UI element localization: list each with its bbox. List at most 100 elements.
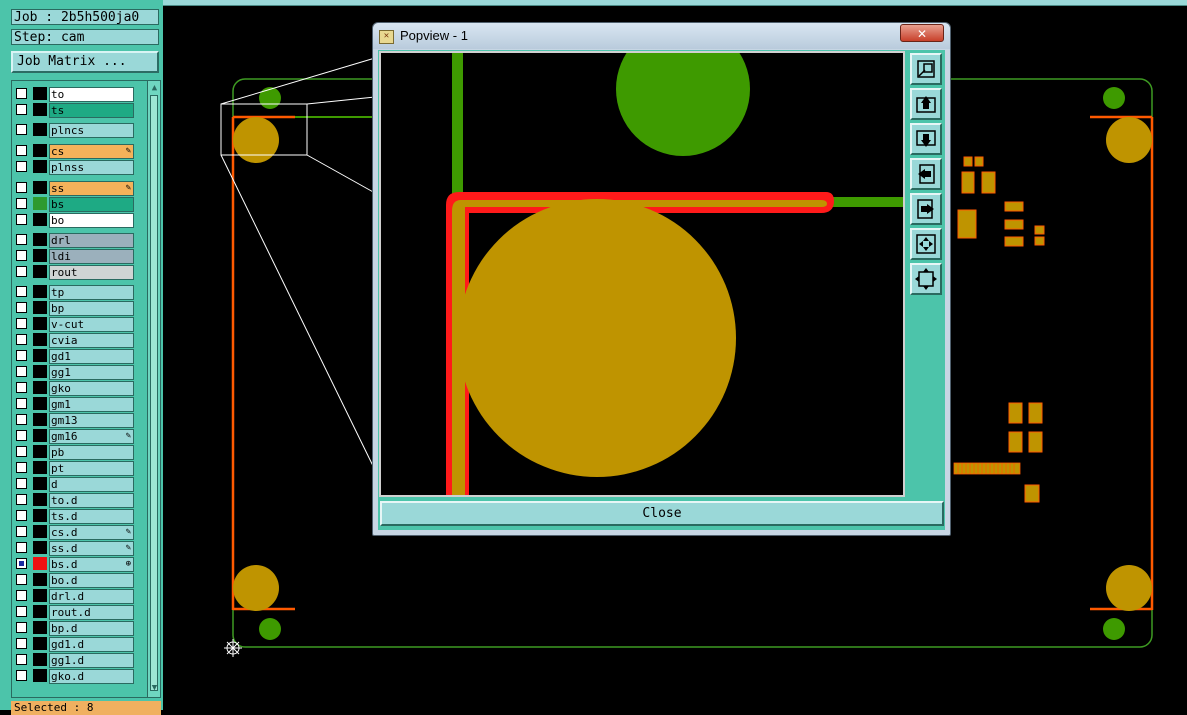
- layer-name[interactable]: bp: [49, 301, 134, 316]
- layer-row[interactable]: bp: [12, 300, 146, 316]
- layer-name[interactable]: gko.d: [49, 669, 134, 684]
- layer-color-swatch[interactable]: [33, 557, 47, 570]
- layer-color-swatch[interactable]: [33, 637, 47, 650]
- layer-color-swatch[interactable]: [33, 429, 47, 442]
- layer-color-swatch[interactable]: [33, 301, 47, 314]
- layer-visibility-checkbox[interactable]: [16, 366, 27, 377]
- layer-color-swatch[interactable]: [33, 249, 47, 262]
- layer-visibility-checkbox[interactable]: [16, 198, 27, 209]
- layer-color-swatch[interactable]: [33, 285, 47, 298]
- layer-name[interactable]: gg1: [49, 365, 134, 380]
- layer-name[interactable]: pt: [49, 461, 134, 476]
- layer-visibility-checkbox[interactable]: [16, 670, 27, 681]
- layer-visibility-checkbox[interactable]: [16, 182, 27, 193]
- zoom-in-button[interactable]: [910, 228, 942, 260]
- layer-visibility-checkbox[interactable]: [16, 574, 27, 585]
- layer-row[interactable]: cs ✎: [12, 143, 146, 159]
- layer-name[interactable]: gko: [49, 381, 134, 396]
- layer-color-swatch[interactable]: [33, 213, 47, 226]
- layer-name[interactable]: plncs: [49, 123, 134, 138]
- layer-color-swatch[interactable]: [33, 653, 47, 666]
- layer-row[interactable]: gg1.d: [12, 652, 146, 668]
- layer-color-swatch[interactable]: [33, 317, 47, 330]
- layer-color-swatch[interactable]: [33, 381, 47, 394]
- layer-row[interactable]: bo.d: [12, 572, 146, 588]
- layer-visibility-checkbox[interactable]: [16, 334, 27, 345]
- layer-name[interactable]: cs ✎: [49, 144, 134, 159]
- layer-visibility-checkbox[interactable]: [16, 542, 27, 553]
- layer-row[interactable]: to: [12, 86, 146, 102]
- layer-row[interactable]: ldi: [12, 248, 146, 264]
- layer-visibility-checkbox[interactable]: [16, 606, 27, 617]
- layer-row[interactable]: gd1.d: [12, 636, 146, 652]
- layer-name[interactable]: pb: [49, 445, 134, 460]
- layer-visibility-checkbox[interactable]: [16, 558, 27, 569]
- layer-row[interactable]: rout.d: [12, 604, 146, 620]
- pan-right-button[interactable]: [910, 193, 942, 225]
- layer-name[interactable]: rout.d: [49, 605, 134, 620]
- layer-row[interactable]: gko.d: [12, 668, 146, 684]
- layer-name[interactable]: tp: [49, 285, 134, 300]
- layer-row[interactable]: to.d: [12, 492, 146, 508]
- layer-visibility-checkbox[interactable]: [16, 104, 27, 115]
- layer-name[interactable]: bp.d: [49, 621, 134, 636]
- layer-row[interactable]: bs: [12, 196, 146, 212]
- layer-visibility-checkbox[interactable]: [16, 654, 27, 665]
- layer-visibility-checkbox[interactable]: [16, 302, 27, 313]
- layer-name[interactable]: gd1.d: [49, 637, 134, 652]
- layer-visibility-checkbox[interactable]: [16, 398, 27, 409]
- layer-name[interactable]: cs.d ✎: [49, 525, 134, 540]
- layer-color-swatch[interactable]: [33, 333, 47, 346]
- layer-name[interactable]: to: [49, 87, 134, 102]
- layer-color-swatch[interactable]: [33, 233, 47, 246]
- layer-row[interactable]: cs.d ✎: [12, 524, 146, 540]
- layer-color-swatch[interactable]: [33, 509, 47, 522]
- layer-name[interactable]: bo: [49, 213, 134, 228]
- layer-color-swatch[interactable]: [33, 605, 47, 618]
- layer-name[interactable]: plnss: [49, 160, 134, 175]
- layer-row[interactable]: rout: [12, 264, 146, 280]
- layer-row[interactable]: bs.d ⊕: [12, 556, 146, 572]
- layer-row[interactable]: gko: [12, 380, 146, 396]
- layer-visibility-checkbox[interactable]: [16, 526, 27, 537]
- popview-titlebar[interactable]: ✕ Popview - 1 ✕: [373, 23, 950, 49]
- layer-color-swatch[interactable]: [33, 541, 47, 554]
- layer-name[interactable]: ss.d ✎: [49, 541, 134, 556]
- layer-name[interactable]: ldi: [49, 249, 134, 264]
- layer-name[interactable]: bs.d ⊕: [49, 557, 134, 572]
- layer-visibility-checkbox[interactable]: [16, 494, 27, 505]
- layer-visibility-checkbox[interactable]: [16, 622, 27, 633]
- layer-name[interactable]: bo.d: [49, 573, 134, 588]
- layer-row[interactable]: plncs: [12, 122, 146, 138]
- layer-name[interactable]: ss ✎: [49, 181, 134, 196]
- layer-visibility-checkbox[interactable]: [16, 590, 27, 601]
- layer-row[interactable]: pb: [12, 444, 146, 460]
- layer-row[interactable]: bo: [12, 212, 146, 228]
- scroll-thumb[interactable]: [150, 95, 158, 691]
- layer-row[interactable]: bp.d: [12, 620, 146, 636]
- layer-visibility-checkbox[interactable]: [16, 414, 27, 425]
- layer-visibility-checkbox[interactable]: [16, 161, 27, 172]
- layer-row[interactable]: plnss: [12, 159, 146, 175]
- layer-color-swatch[interactable]: [33, 365, 47, 378]
- zoom-home-button[interactable]: [910, 53, 942, 85]
- window-close-icon[interactable]: ✕: [900, 24, 944, 42]
- zoom-out-button[interactable]: [910, 263, 942, 295]
- layer-row[interactable]: gm1: [12, 396, 146, 412]
- layer-color-swatch[interactable]: [33, 103, 47, 116]
- popview-zoom-view[interactable]: [379, 22, 905, 497]
- layer-row[interactable]: gd1: [12, 348, 146, 364]
- layer-color-swatch[interactable]: [33, 669, 47, 682]
- layer-name[interactable]: bs: [49, 197, 134, 212]
- job-matrix-button[interactable]: Job Matrix ...: [11, 51, 159, 73]
- layer-row[interactable]: gm16 ✎: [12, 428, 146, 444]
- layer-visibility-checkbox[interactable]: [16, 446, 27, 457]
- layer-color-swatch[interactable]: [33, 265, 47, 278]
- pan-up-button[interactable]: [910, 88, 942, 120]
- layer-row[interactable]: d: [12, 476, 146, 492]
- layer-visibility-checkbox[interactable]: [16, 124, 27, 135]
- layer-visibility-checkbox[interactable]: [16, 462, 27, 473]
- layer-name[interactable]: rout: [49, 265, 134, 280]
- layer-color-swatch[interactable]: [33, 181, 47, 194]
- popview-close-button[interactable]: Close: [380, 501, 944, 526]
